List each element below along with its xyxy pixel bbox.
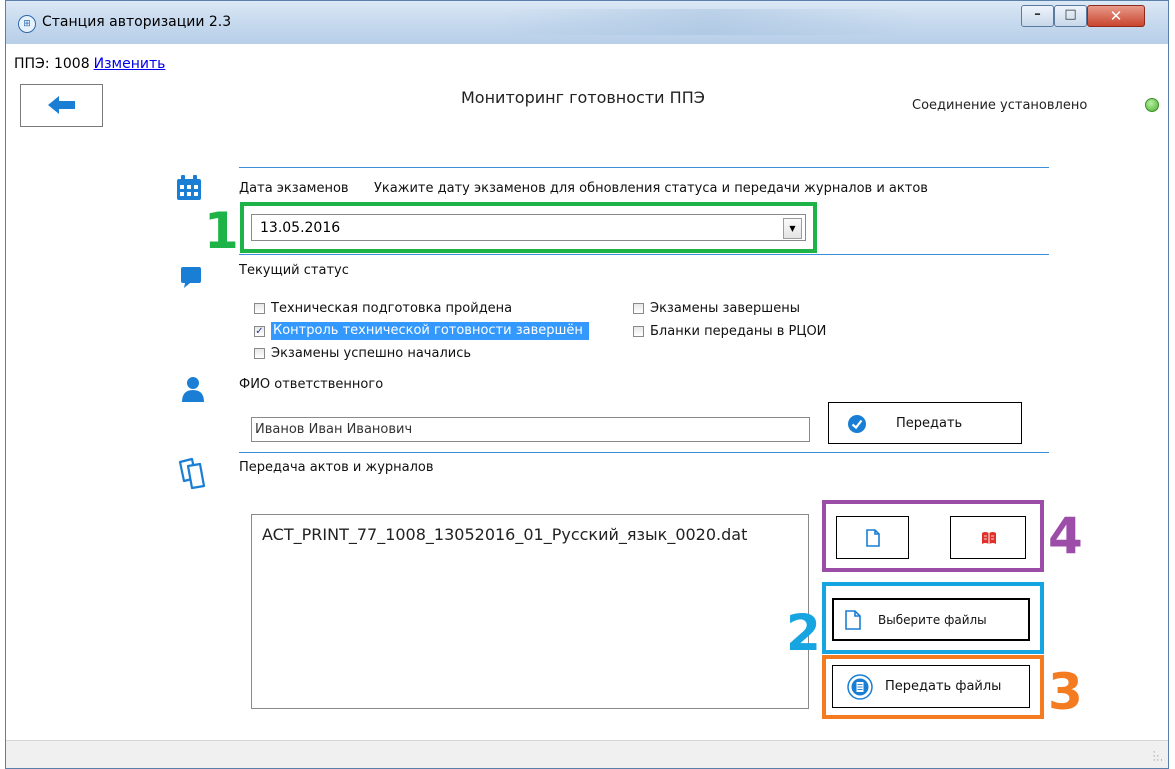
person-icon: [182, 377, 204, 402]
minimize-button[interactable]: –: [1021, 5, 1054, 27]
ppe-bar: ППЭ: 1008 Изменить: [14, 56, 165, 72]
send-status-button[interactable]: Передать: [828, 402, 1022, 444]
annotation-number-1: 1: [204, 202, 239, 260]
exam-date-hint: Укажите дату экзаменов для обновления ст…: [374, 181, 928, 196]
ppe-label: ППЭ: 1008: [14, 56, 90, 72]
app-icon: ⊞: [18, 15, 36, 33]
status-checkbox-exams-finished[interactable]: Экзамены завершены: [633, 299, 800, 317]
checkbox-icon[interactable]: [633, 302, 644, 314]
resize-grip-icon[interactable]: · · · · · ·: [1153, 749, 1163, 766]
connection-indicator-icon: [1145, 98, 1159, 112]
status-label: Текущий статус: [239, 263, 349, 278]
chat-bubble-icon: [181, 267, 201, 288]
maximize-button[interactable]: □: [1054, 5, 1087, 27]
annotation-number-2: 2: [786, 604, 821, 662]
back-button[interactable]: [20, 84, 103, 127]
status-checkbox-tech-prep[interactable]: Техническая подготовка пройдена: [254, 299, 512, 317]
close-button[interactable]: ✕: [1087, 5, 1145, 27]
status-checkbox-exams-started[interactable]: Экзамены успешно начались: [254, 344, 471, 362]
divider: [239, 254, 1049, 255]
documents-icon: [178, 457, 206, 490]
exam-date-label: Дата экзаменов: [239, 181, 349, 196]
close-icon: ✕: [1109, 7, 1123, 25]
connection-status: Соединение установлено: [912, 98, 1088, 113]
app-window: ⊞ Станция авторизации 2.3 – □ ✕ ППЭ: 100…: [5, 0, 1169, 769]
calendar-icon: [177, 175, 201, 200]
choose-files-button[interactable]: Выберите файлы: [832, 598, 1030, 641]
checkbox-icon[interactable]: [254, 347, 265, 359]
checkbox-checked-icon[interactable]: ✓: [254, 325, 265, 337]
divider: [239, 167, 1049, 168]
file-list[interactable]: ACT_PRINT_77_1008_13052016_01_Русский_яз…: [251, 514, 809, 709]
checkbox-icon[interactable]: [633, 325, 644, 337]
maximize-icon: □: [1064, 7, 1077, 22]
status-checkbox-tech-control[interactable]: ✓ Контроль технической готовности завершё…: [254, 322, 589, 340]
send-files-button[interactable]: Передать файлы: [832, 665, 1030, 708]
new-document-button[interactable]: [836, 516, 909, 559]
window-title: Станция авторизации 2.3: [42, 14, 232, 30]
responsible-name-input[interactable]: Иванов Иван Иванович: [251, 417, 810, 442]
list-item[interactable]: ACT_PRINT_77_1008_13052016_01_Русский_яз…: [262, 525, 747, 544]
annotation-number-3: 3: [1048, 663, 1083, 721]
status-bar: · · · · · ·: [6, 740, 1168, 768]
page-title: Мониторинг готовности ППЭ: [461, 88, 705, 107]
checkbox-icon[interactable]: [254, 302, 265, 314]
open-journal-button[interactable]: [950, 516, 1026, 559]
background-window-ghost: [496, 9, 916, 35]
files-label: Передача актов и журналов: [239, 460, 434, 475]
document-icon: [866, 529, 880, 547]
highlight-box-1: [240, 202, 817, 253]
title-bar: ⊞ Станция авторизации 2.3 – □ ✕: [6, 1, 1168, 44]
arrow-left-icon: [48, 96, 75, 114]
status-checkbox-forms-sent[interactable]: Бланки переданы в РЦОИ: [633, 322, 826, 340]
minimize-icon: –: [1034, 7, 1041, 22]
send-files-label: Передать файлы: [885, 679, 1002, 694]
file-upload-icon: [847, 674, 873, 700]
document-icon: [845, 610, 861, 630]
divider: [239, 452, 1049, 453]
book-icon: [982, 532, 996, 544]
check-circle-icon: [848, 415, 866, 433]
annotation-number-4: 4: [1048, 507, 1083, 565]
change-ppe-link[interactable]: Изменить: [94, 56, 166, 72]
choose-files-label: Выберите файлы: [878, 613, 987, 627]
responsible-label: ФИО ответственного: [239, 377, 384, 392]
send-status-label: Передать: [896, 416, 963, 431]
